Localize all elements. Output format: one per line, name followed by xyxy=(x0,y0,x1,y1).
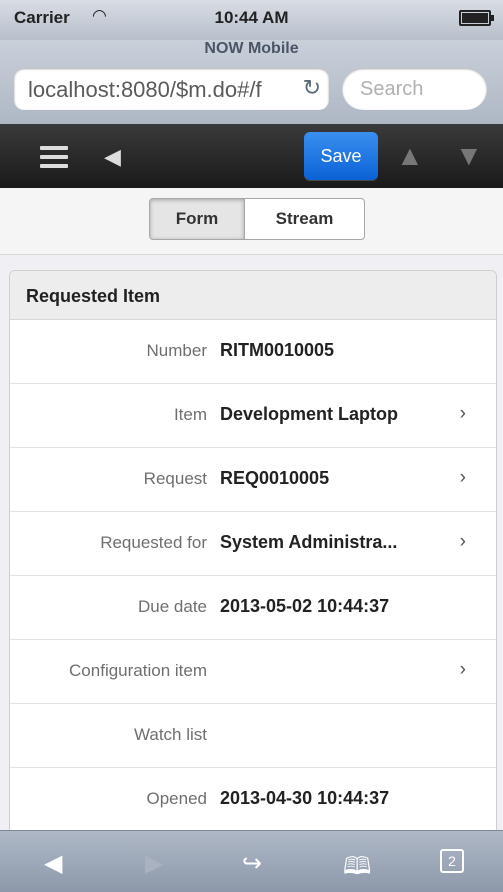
chevron-right-icon: › xyxy=(459,659,466,680)
field-value: 2013-04-30 10:44:37 xyxy=(220,788,390,808)
reload-icon[interactable]: ↻ xyxy=(303,75,321,101)
down-arrow-icon[interactable]: ▼ xyxy=(455,140,483,172)
field-label: Watch list xyxy=(133,725,207,744)
url-text: localhost:8080/$m.do#/f xyxy=(28,77,262,102)
up-arrow-icon[interactable]: ▲ xyxy=(396,140,424,172)
field-label: Due date xyxy=(138,597,207,616)
browser-forward-icon[interactable]: ▶ xyxy=(145,849,163,878)
tabs-icon[interactable]: 2 xyxy=(440,849,464,873)
battery-icon xyxy=(459,10,494,26)
clock: 10:44 AM xyxy=(214,8,289,27)
field-label: Configuration item xyxy=(69,661,207,680)
field-row-due-date[interactable]: Due date 2013-05-02 10:44:37 xyxy=(10,576,496,640)
section-title: Requested Item xyxy=(26,286,161,306)
app-toolbar: ◀ Save ▲ ▼ xyxy=(0,124,503,188)
field-label: Number xyxy=(146,341,207,360)
field-value: RITM0010005 xyxy=(220,340,335,360)
url-field[interactable]: localhost:8080/$m.do#/f ↻ xyxy=(14,68,329,110)
field-row-number[interactable]: Number RITM0010005 xyxy=(10,320,496,384)
field-label: Request xyxy=(143,469,207,488)
browser-back-icon[interactable]: ◀ xyxy=(44,849,62,878)
tab-form[interactable]: Form xyxy=(150,199,245,239)
field-row-item[interactable]: Item Development Laptop › xyxy=(10,384,496,448)
share-icon[interactable]: ↪ xyxy=(242,849,262,878)
view-switcher-area: Form Stream xyxy=(0,188,503,255)
field-value: Development Laptop xyxy=(220,404,399,424)
menu-icon[interactable] xyxy=(40,146,68,168)
field-value: System Administra... xyxy=(220,532,398,552)
tab-stream[interactable]: Stream xyxy=(245,199,364,239)
field-value: 2013-05-02 10:44:37 xyxy=(220,596,390,616)
bookmarks-icon[interactable]: 🕮 xyxy=(343,849,371,890)
search-placeholder: Search xyxy=(360,78,424,100)
search-field[interactable]: Search xyxy=(342,68,487,110)
field-row-requested-for[interactable]: Requested for System Administra... › xyxy=(10,512,496,576)
field-value: REQ0010005 xyxy=(220,468,330,488)
field-row-watch-list[interactable]: Watch list xyxy=(10,704,496,768)
chevron-right-icon: › xyxy=(459,403,466,424)
section-header: Requested Item xyxy=(10,271,496,320)
browser-toolbar: NOW Mobile localhost:8080/$m.do#/f ↻ Sea… xyxy=(0,40,503,124)
page-title: NOW Mobile xyxy=(204,40,299,57)
field-label: Requested for xyxy=(100,533,207,552)
requested-item-card: Requested Item Number RITM0010005 Item D… xyxy=(9,270,497,832)
chevron-right-icon: › xyxy=(459,467,466,488)
status-bar: Carrier ◠ 10:44 AM xyxy=(0,0,503,40)
chevron-right-icon: › xyxy=(459,531,466,552)
browser-bottom-bar: ◀ ▶ ↪ 🕮 2 xyxy=(0,830,503,892)
field-row-opened[interactable]: Opened 2013-04-30 10:44:37 xyxy=(10,768,496,831)
field-row-configuration-item[interactable]: Configuration item › xyxy=(10,640,496,704)
back-icon[interactable]: ◀ xyxy=(104,144,121,170)
field-row-request[interactable]: Request REQ0010005 › xyxy=(10,448,496,512)
field-label: Item xyxy=(173,405,207,424)
field-label: Opened xyxy=(146,789,208,808)
save-button[interactable]: Save xyxy=(304,132,378,180)
view-switcher: Form Stream xyxy=(149,198,365,240)
